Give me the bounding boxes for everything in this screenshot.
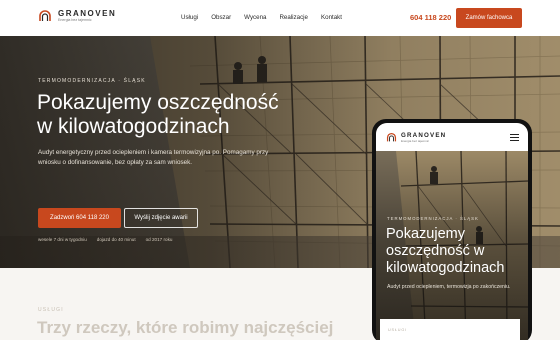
mobile-hero-headline: Pokazujemy oszczędność w kilowatogodzina… <box>386 226 505 276</box>
call-button[interactable]: Zadzwoń 604 118 220 <box>38 208 121 228</box>
arch-logo-icon <box>386 132 397 142</box>
mobile-card-label: USŁUGI <box>388 328 407 332</box>
mobile-hero-lead: Audyt przed ociepleniem, termowizja po z… <box>387 284 511 290</box>
site-header: GRANOVEN Energia bez tajemnic Usługi Obs… <box>0 0 560 36</box>
order-technician-button[interactable]: Zamów fachowca <box>456 8 522 28</box>
mobile-header: GRANOVEN Energia bez tajemnic <box>376 123 528 151</box>
services-title: Trzy rzeczy, które robimy najczęściej <box>37 318 334 337</box>
mobile-hero-eyebrow: TERMOMODERNIZACJA · ŚLĄSK <box>387 216 479 221</box>
stat-since: od 2017 roku <box>145 237 173 242</box>
stat-arrival: dojazd do 40 minut <box>96 237 136 242</box>
stat-availability: wesele 7 dni w tygodniu <box>38 237 87 242</box>
hero-headline-line2: w kilowatogodzinach <box>37 115 230 138</box>
hero-headline-line1: Pokazujemy oszczędność <box>37 91 279 114</box>
services-eyebrow: USŁUGI <box>38 307 64 313</box>
nav-item-uslugi[interactable]: Usługi <box>181 14 198 21</box>
mobile-brand-logo[interactable]: GRANOVEN Energia bez tajemnic <box>386 132 446 143</box>
mobile-mockup: TERMOMODERNIZACJA · ŚLĄSK Pokazujemy osz… <box>372 119 532 340</box>
mobile-screen: TERMOMODERNIZACJA · ŚLĄSK Pokazujemy osz… <box>376 123 528 340</box>
mobile-services-card: USŁUGI <box>380 319 520 340</box>
hero-headline: Pokazujemy oszczędność w kilowatogodzina… <box>37 91 279 139</box>
brand-tagline: Energia bez tajemnic <box>58 18 92 22</box>
nav-item-wycena[interactable]: Wycena <box>244 14 266 21</box>
mobile-hero: TERMOMODERNIZACJA · ŚLĄSK Pokazujemy osz… <box>376 151 528 340</box>
hamburger-menu-icon[interactable] <box>510 134 519 143</box>
nav-item-realizacje[interactable]: Realizacje <box>279 14 308 21</box>
main-nav: Usługi Obszar Wycena Realizacje Kontakt <box>181 14 342 21</box>
mobile-brand-tagline: Energia bez tajemnic <box>401 139 430 143</box>
mobile-brand-name: GRANOVEN <box>401 132 447 139</box>
send-photo-button[interactable]: Wyślij zdjęcie awarii <box>124 208 198 228</box>
nav-item-obszar[interactable]: Obszar <box>211 14 231 21</box>
hero-lead: Audyt energetyczny przed ociepleniem i k… <box>38 149 269 166</box>
hero-stats: wesele 7 dni w tygodniu dojazd do 40 min… <box>38 237 172 242</box>
arch-logo-icon <box>39 10 51 21</box>
header-phone-link[interactable]: 604 118 220 <box>410 13 451 22</box>
brand-logo[interactable]: GRANOVEN Energia bez tajemnic <box>38 9 116 23</box>
hero-eyebrow: TERMOMODERNIZACJA · ŚLĄSK <box>38 78 146 84</box>
nav-item-kontakt[interactable]: Kontakt <box>321 14 342 21</box>
brand-name: GRANOVEN <box>58 9 117 18</box>
